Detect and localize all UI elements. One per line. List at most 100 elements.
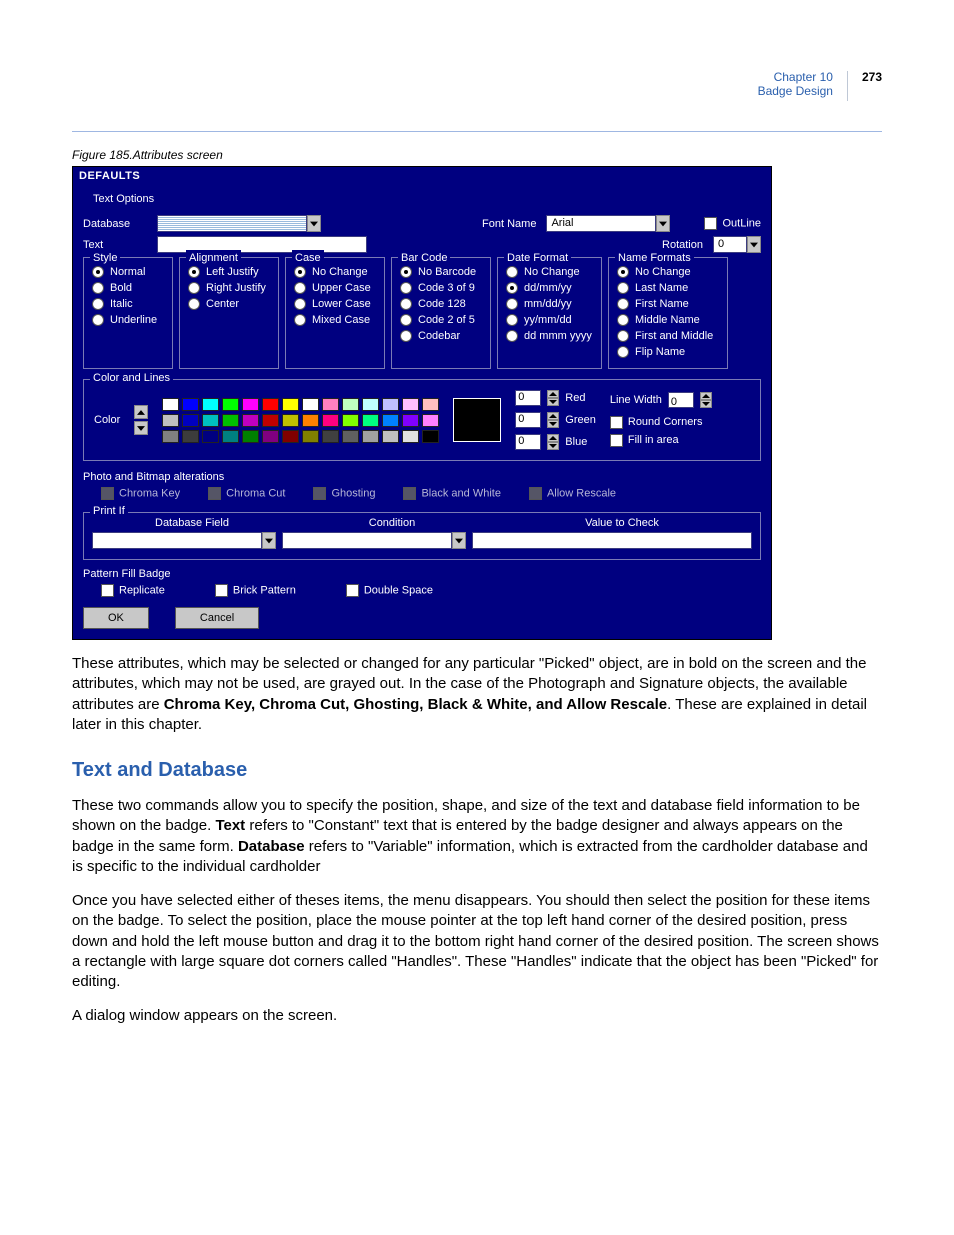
barcode-list-option[interactable]: Codebar [400,328,482,344]
green-up[interactable] [547,412,559,420]
green-input[interactable]: 0 [515,412,541,428]
condition-dropdown-btn[interactable] [452,532,466,549]
green-down[interactable] [547,420,559,428]
color-swatch[interactable] [302,430,319,443]
style-list-option[interactable]: Bold [92,280,164,296]
nameformats-list-option[interactable]: Last Name [617,280,719,296]
fontname-dropdown-btn[interactable] [656,215,670,232]
color-swatch[interactable] [202,398,219,411]
dbfield-dropdown[interactable] [92,532,262,549]
valuecheck-input[interactable] [472,532,752,549]
nameformats-list-option[interactable]: Flip Name [617,344,719,360]
style-list-option[interactable]: Italic [92,296,164,312]
nameformats-list-option[interactable]: No Change [617,264,719,280]
barcode-list-option[interactable]: Code 3 of 9 [400,280,482,296]
case-list-option[interactable]: Lower Case [294,296,376,312]
red-down[interactable] [547,398,559,406]
blue-up[interactable] [547,434,559,442]
color-swatch[interactable] [402,398,419,411]
color-swatch[interactable] [162,398,179,411]
brick-checkbox[interactable]: Brick Pattern [215,584,296,597]
color-swatch[interactable] [322,398,339,411]
color-swatch[interactable] [382,414,399,427]
color-swatch[interactable] [422,414,439,427]
color-swatch[interactable] [162,414,179,427]
condition-dropdown[interactable] [282,532,452,549]
style-list-option[interactable]: Normal [92,264,164,280]
red-input[interactable]: 0 [515,390,541,406]
rotation-dropdown-btn[interactable] [747,236,761,253]
dateformat-list-option[interactable]: dd/mm/yy [506,280,593,296]
barcode-list-option[interactable]: Code 2 of 5 [400,312,482,328]
alignment-list-option[interactable]: Left Justify [188,264,270,280]
color-swatch[interactable] [322,430,339,443]
color-swatch[interactable] [242,430,259,443]
color-swatch[interactable] [262,414,279,427]
replicate-checkbox[interactable]: Replicate [101,584,165,597]
dateformat-list-option[interactable]: mm/dd/yy [506,296,593,312]
roundcorners-checkbox[interactable]: Round Corners [610,416,703,428]
color-swatch[interactable] [402,430,419,443]
blue-input[interactable]: 0 [515,434,541,450]
color-swatch[interactable] [382,398,399,411]
barcode-list-option[interactable]: Code 128 [400,296,482,312]
color-swatch[interactable] [242,414,259,427]
color-swatch[interactable] [262,398,279,411]
dateformat-list-option[interactable]: dd mmm yyyy [506,328,593,344]
case-list-option[interactable]: No Change [294,264,376,280]
color-swatch[interactable] [302,398,319,411]
color-swatch[interactable] [182,430,199,443]
color-swatch[interactable] [282,414,299,427]
blue-down[interactable] [547,442,559,450]
palette-up[interactable] [134,405,148,419]
color-palette[interactable] [162,398,439,443]
rotation-value[interactable]: 0 [713,236,747,253]
color-swatch[interactable] [342,430,359,443]
double-checkbox[interactable]: Double Space [346,584,433,597]
dbfield-dropdown-btn[interactable] [262,532,276,549]
color-swatch[interactable] [222,430,239,443]
outline-checkbox[interactable]: OutLine [704,217,761,230]
red-up[interactable] [547,390,559,398]
nameformats-list-option[interactable]: First Name [617,296,719,312]
color-swatch[interactable] [282,398,299,411]
nameformats-list-option[interactable]: Middle Name [617,312,719,328]
case-list-option[interactable]: Mixed Case [294,312,376,328]
color-swatch[interactable] [402,414,419,427]
color-swatch[interactable] [202,430,219,443]
case-list-option[interactable]: Upper Case [294,280,376,296]
style-list-option[interactable]: Underline [92,312,164,328]
fillarea-checkbox[interactable]: Fill in area [610,434,679,446]
color-swatch[interactable] [342,414,359,427]
color-swatch[interactable] [222,414,239,427]
color-swatch[interactable] [162,430,179,443]
color-swatch[interactable] [382,430,399,443]
dateformat-list-option[interactable]: No Change [506,264,593,280]
cancel-button[interactable]: Cancel [175,607,259,629]
color-swatch[interactable] [362,398,379,411]
color-swatch[interactable] [342,398,359,411]
ok-button[interactable]: OK [83,607,149,629]
color-swatch[interactable] [262,430,279,443]
palette-down[interactable] [134,421,148,435]
database-dropdown-btn[interactable] [307,215,321,232]
color-swatch[interactable] [282,430,299,443]
color-swatch[interactable] [362,430,379,443]
color-swatch[interactable] [422,430,439,443]
alignment-list-option[interactable]: Right Justify [188,280,270,296]
color-swatch[interactable] [362,414,379,427]
color-swatch[interactable] [302,414,319,427]
alignment-list-option[interactable]: Center [188,296,270,312]
color-swatch[interactable] [422,398,439,411]
color-swatch[interactable] [242,398,259,411]
linewidth-up[interactable] [700,392,712,400]
dateformat-list-option[interactable]: yy/mm/dd [506,312,593,328]
color-swatch[interactable] [182,414,199,427]
color-swatch[interactable] [202,414,219,427]
linewidth-down[interactable] [700,400,712,408]
database-dropdown[interactable] [157,215,307,232]
barcode-list-option[interactable]: No Barcode [400,264,482,280]
nameformats-list-option[interactable]: First and Middle [617,328,719,344]
color-swatch[interactable] [222,398,239,411]
color-swatch[interactable] [182,398,199,411]
